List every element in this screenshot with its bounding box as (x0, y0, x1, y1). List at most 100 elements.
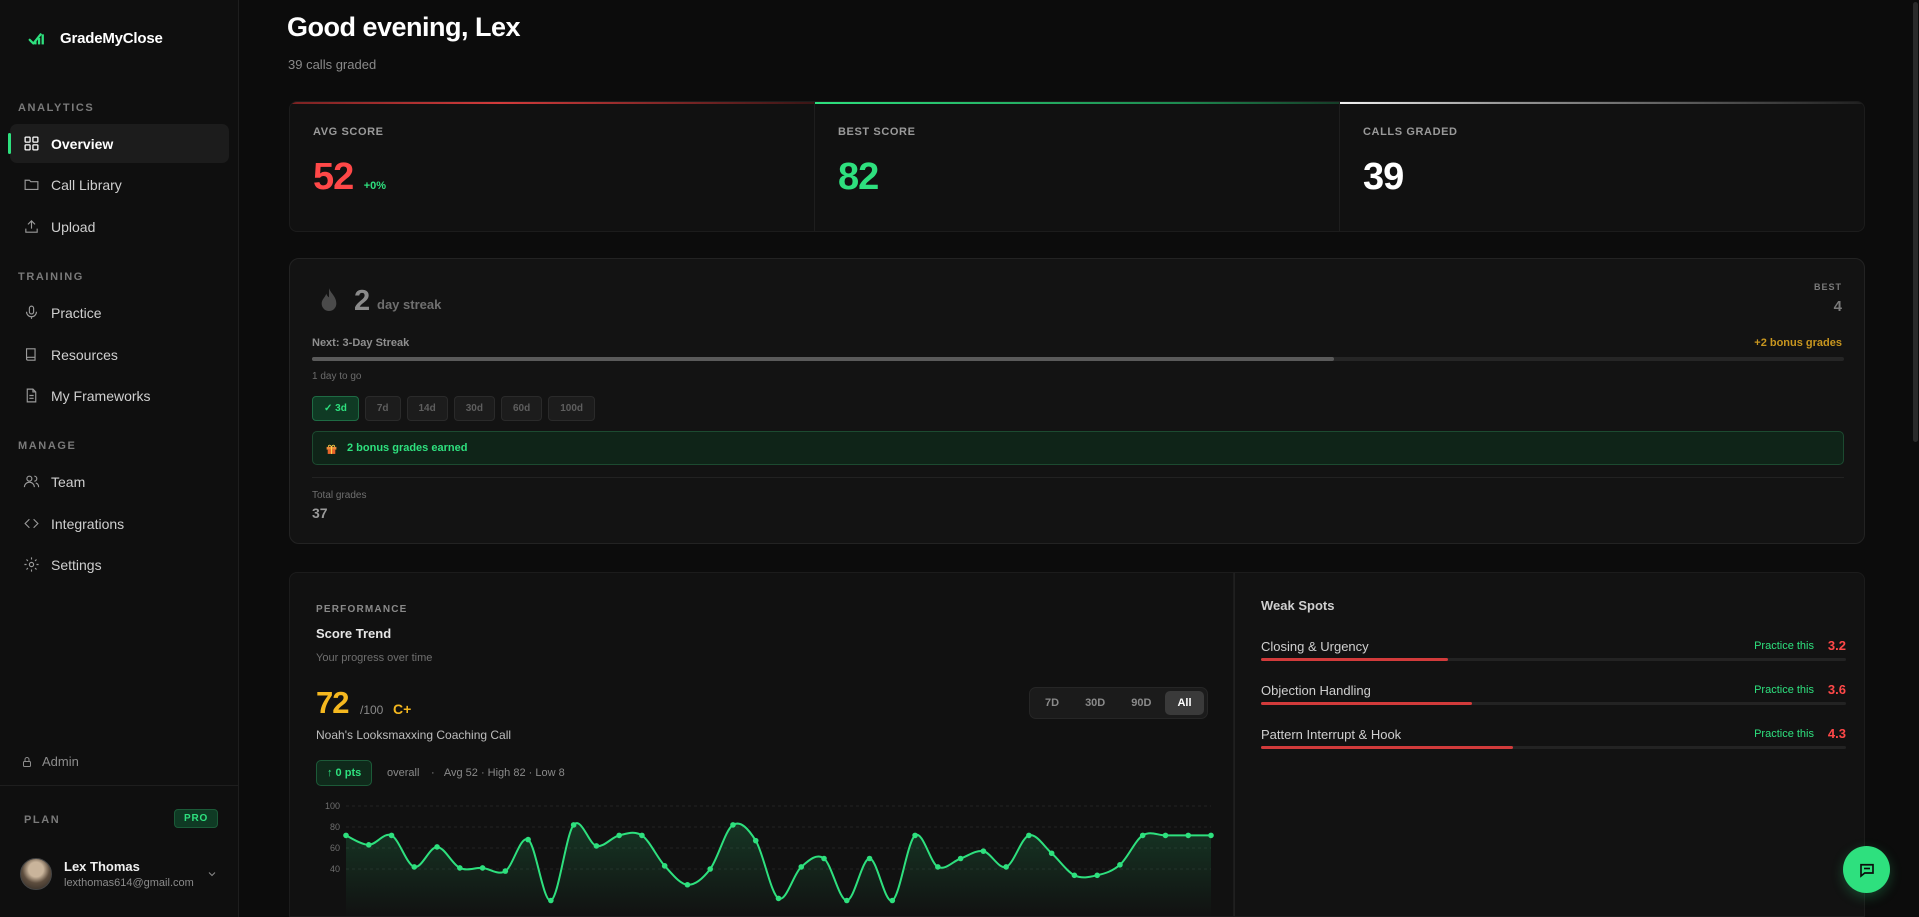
scrollbar-thumb[interactable] (1913, 2, 1918, 442)
tab-all[interactable]: All (1165, 691, 1204, 715)
milestone-14d: 14d (406, 396, 448, 421)
data-point[interactable] (707, 866, 714, 872)
call-name[interactable]: Noah's Looksmaxxing Coaching Call (316, 728, 511, 742)
data-point[interactable] (479, 865, 486, 871)
section-label-manage: MANAGE (18, 440, 77, 452)
chart-title: Score Trend (316, 626, 392, 641)
sidebar-item-label: Settings (51, 556, 102, 573)
stat-accent-bar (815, 102, 1339, 104)
milestone-list: ✓ 3d 7d 14d 30d 60d 100d (312, 396, 595, 421)
data-point[interactable] (775, 895, 782, 902)
chat-icon (1859, 863, 1874, 878)
app-root: GradeMyClose ANALYTICS Overview Call Lib… (0, 0, 1919, 917)
data-point[interactable] (935, 864, 941, 870)
brand-name: GradeMyClose (60, 29, 163, 47)
code-icon (23, 515, 40, 532)
data-point[interactable] (343, 832, 349, 839)
data-point[interactable] (912, 832, 918, 839)
stat-accent-bar (1340, 102, 1864, 104)
plan-badge: PRO (174, 809, 219, 828)
avatar (20, 858, 52, 890)
data-point[interactable] (411, 864, 418, 870)
sidebar-item-team[interactable]: Team (10, 462, 229, 501)
data-point[interactable] (1162, 832, 1169, 839)
next-milestone-label: Next: 3-Day Streak (312, 337, 410, 349)
score-trend-chart: 100 80 60 40 (316, 798, 1216, 917)
bonus-earned-text: 2 bonus grades earned (347, 442, 468, 454)
data-point[interactable] (798, 864, 805, 870)
y-tick-label: 60 (330, 843, 340, 853)
data-point[interactable] (1026, 832, 1032, 839)
chat-button[interactable] (1843, 846, 1890, 893)
tab-7d[interactable]: 7D (1033, 691, 1071, 715)
sidebar-item-practice[interactable]: Practice (10, 293, 229, 332)
milestone-30d: 30d (453, 396, 495, 421)
data-point[interactable] (616, 832, 622, 839)
gift-icon (326, 444, 337, 454)
data-point[interactable] (365, 842, 372, 848)
sidebar-item-label: Resources (51, 346, 118, 363)
data-point[interactable] (684, 881, 691, 888)
data-point[interactable] (639, 832, 645, 839)
data-point[interactable] (570, 822, 577, 828)
milestone-60d: 60d (500, 396, 543, 421)
admin-link[interactable]: Admin (21, 754, 79, 769)
stat-label: AVG SCORE (313, 126, 384, 138)
data-point[interactable] (1185, 832, 1192, 839)
data-point[interactable] (1139, 832, 1146, 839)
weak-spot-bar (1261, 702, 1846, 705)
practice-link[interactable]: Practice this (1754, 684, 1814, 696)
chevron-down-icon[interactable] (206, 868, 218, 880)
data-point[interactable] (434, 844, 440, 850)
weak-spot-score: 3.2 (1827, 638, 1846, 653)
data-point[interactable] (1071, 872, 1078, 879)
weak-spot-bar-fill (1261, 658, 1449, 661)
streak-divider (312, 477, 1844, 478)
data-point[interactable] (866, 855, 873, 862)
sidebar-item-upload[interactable]: Upload (10, 207, 229, 246)
sidebar-item-call-library[interactable]: Call Library (10, 165, 229, 204)
tab-90d[interactable]: 90D (1119, 691, 1163, 715)
data-point[interactable] (593, 843, 600, 849)
sidebar-item-resources[interactable]: Resources (10, 335, 229, 374)
tab-30d[interactable]: 30D (1073, 691, 1117, 715)
total-grades-label: Total grades (312, 490, 367, 501)
data-point[interactable] (502, 868, 509, 874)
data-point[interactable] (889, 897, 896, 904)
y-tick-label: 80 (330, 822, 340, 832)
data-point[interactable] (730, 822, 736, 828)
sidebar-item-my-frameworks[interactable]: My Frameworks (10, 376, 229, 415)
stat-label: BEST SCORE (838, 126, 916, 138)
logo-icon (28, 33, 44, 45)
data-point[interactable] (843, 897, 850, 904)
data-point[interactable] (1048, 850, 1055, 857)
data-point[interactable] (1094, 872, 1100, 879)
data-point[interactable] (957, 855, 964, 862)
data-point[interactable] (1003, 864, 1009, 870)
sidebar-item-overview[interactable]: Overview (8, 124, 229, 163)
score-grade: C+ (393, 701, 412, 717)
stat-accent-bar (290, 102, 814, 104)
weak-spot-row: Closing & Urgency Practice this 3.2 (1261, 638, 1846, 667)
user-menu[interactable]: Lex Thomas lexthomas614@gmail.com (20, 858, 194, 890)
sidebar-item-integrations[interactable]: Integrations (10, 504, 229, 543)
data-point[interactable] (661, 863, 668, 869)
data-point[interactable] (1208, 832, 1214, 839)
data-point[interactable] (821, 855, 827, 862)
data-point[interactable] (548, 897, 554, 904)
practice-link[interactable]: Practice this (1754, 728, 1814, 740)
data-point[interactable] (388, 832, 395, 839)
weak-spots-title: Weak Spots (1261, 598, 1335, 613)
data-point[interactable] (525, 836, 531, 843)
data-point[interactable] (752, 837, 759, 844)
data-point[interactable] (980, 848, 987, 854)
weak-spot-row: Objection Handling Practice this 3.6 (1261, 682, 1846, 711)
brand[interactable]: GradeMyClose (26, 27, 163, 49)
practice-link[interactable]: Practice this (1754, 640, 1814, 652)
y-tick-label: 40 (330, 864, 340, 874)
sidebar-item-label: Integrations (51, 515, 125, 532)
data-point[interactable] (1117, 862, 1123, 868)
sidebar-item-settings[interactable]: Settings (10, 545, 229, 584)
milestone-3d: ✓ 3d (312, 396, 359, 421)
data-point[interactable] (457, 865, 463, 871)
